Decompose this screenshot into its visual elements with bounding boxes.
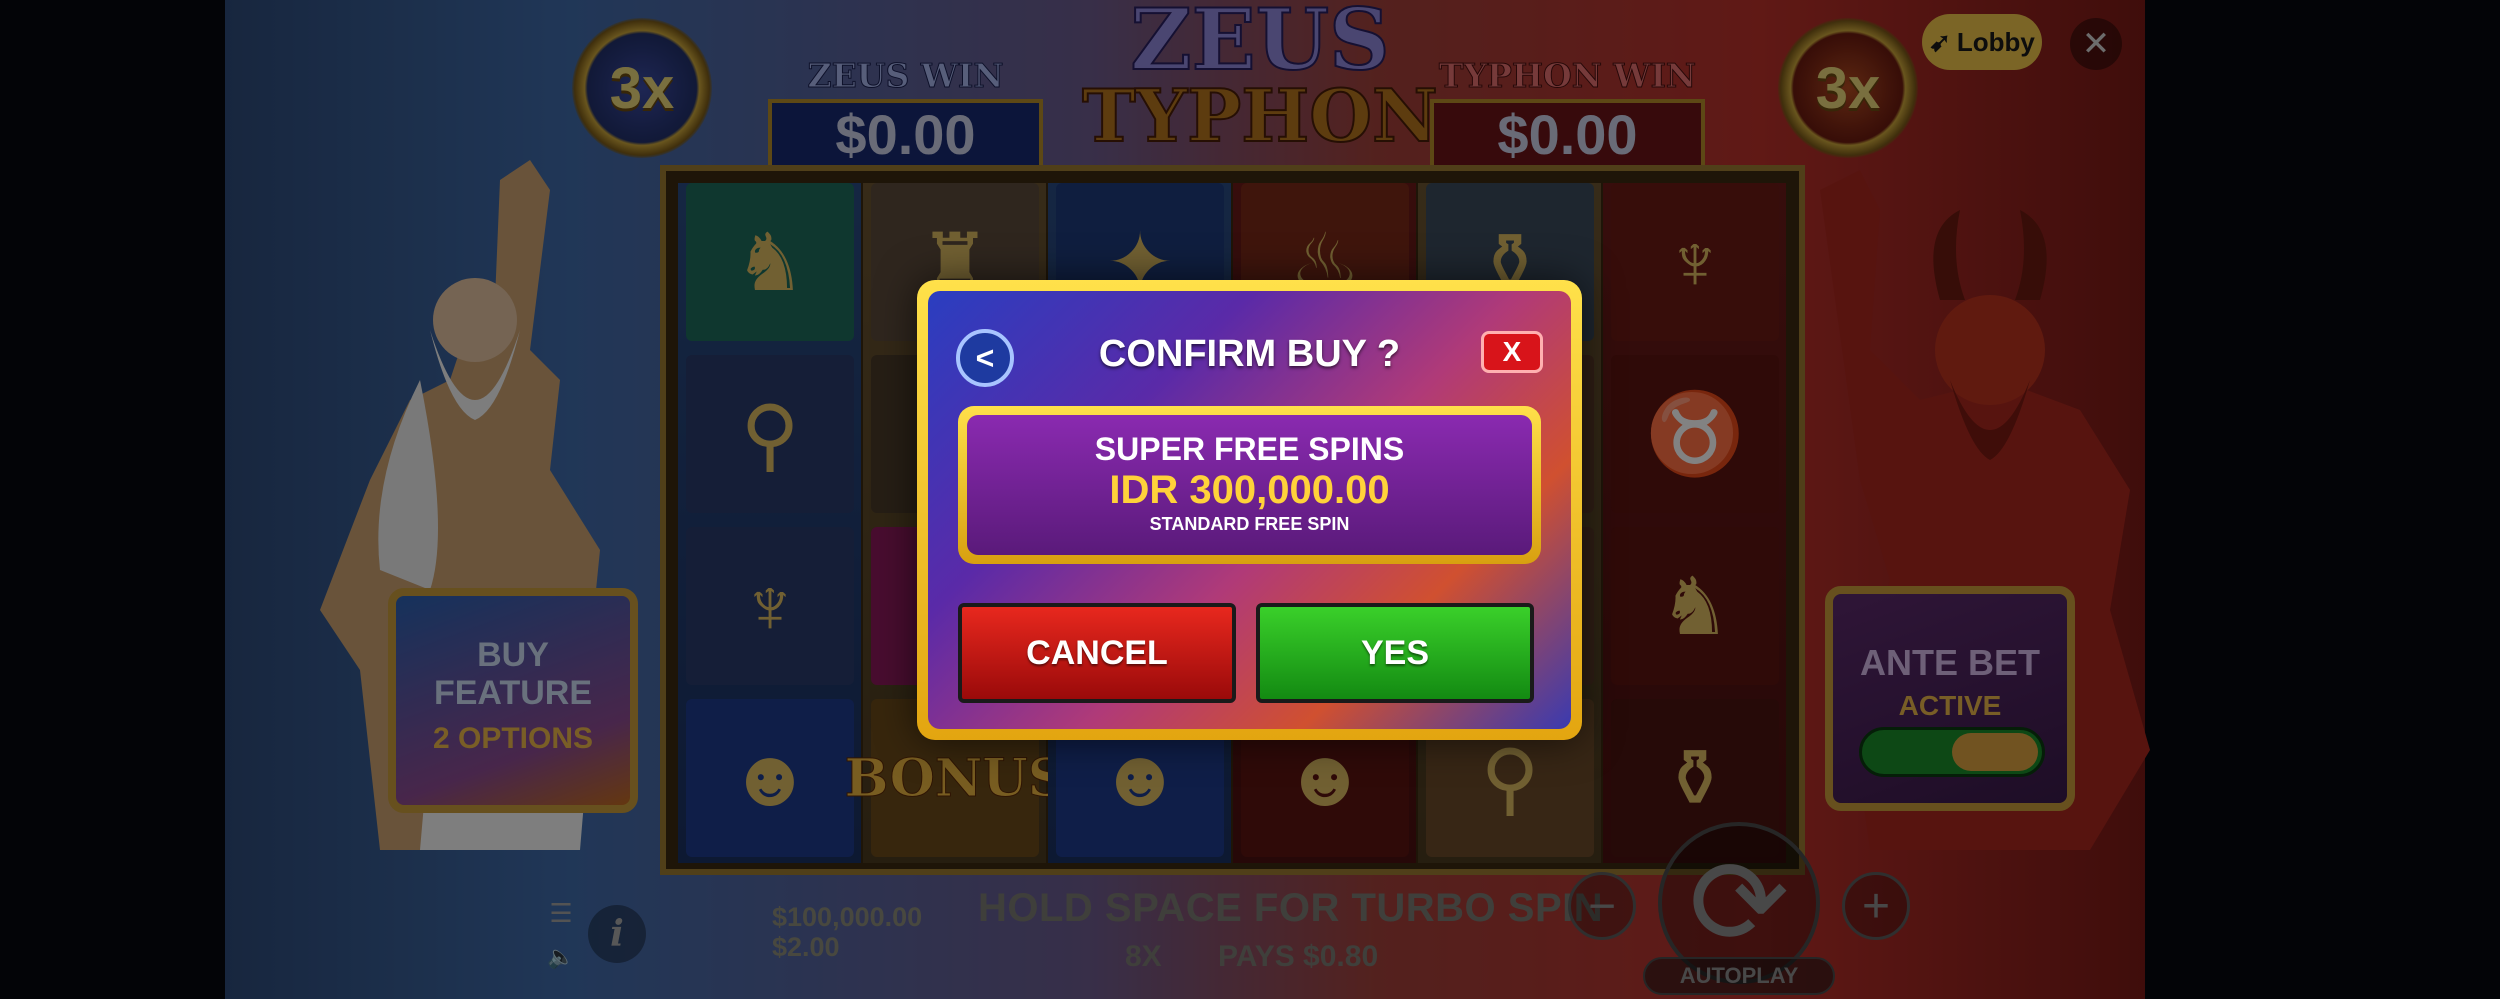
yes-button[interactable]: YES [1256, 603, 1534, 703]
close-icon: X [1502, 336, 1522, 367]
dialog-title: CONFIRM BUY ? [1098, 333, 1401, 375]
offer-price: IDR 300,000.00 [1109, 468, 1390, 512]
offer-card-inner: SUPER FREE SPINS IDR 300,000.00 STANDARD… [967, 415, 1532, 555]
close-dialog-button[interactable]: X [1481, 331, 1543, 373]
offer-card: SUPER FREE SPINS IDR 300,000.00 STANDARD… [958, 406, 1541, 564]
cancel-button[interactable]: CANCEL [958, 603, 1236, 703]
offer-name: SUPER FREE SPINS [1094, 431, 1405, 467]
offer-subtitle: STANDARD FREE SPIN [1149, 514, 1350, 534]
dialog-body: < CONFIRM BUY ? X SUPER FREE SPINS IDR 3… [928, 291, 1571, 729]
confirm-buy-dialog: < CONFIRM BUY ? X SUPER FREE SPINS IDR 3… [917, 280, 1582, 740]
